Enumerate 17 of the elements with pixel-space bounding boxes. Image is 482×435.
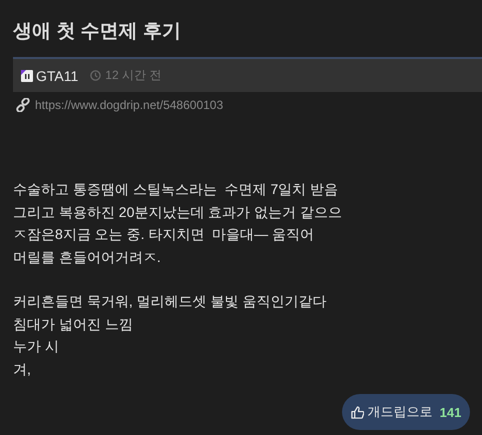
post-time: 12 시간 전 (90, 67, 162, 84)
body-text-line: 수술하고 통증땜에 스틸녹스라는 수면제 7일치 받음 (13, 180, 340, 199)
body-text-line: 겨, (13, 360, 32, 378)
thumbs-up-icon (350, 406, 364, 418)
link-icon (16, 98, 30, 112)
user-badge-icon (21, 70, 33, 82)
body-text-line: ㅈ잠은8지금 오는 중. 타지치면 마을대— 움직어 (13, 225, 316, 244)
upvote-button[interactable]: 개드립으로 141 (342, 394, 470, 430)
body-text-line: 누가 시 (13, 337, 60, 356)
post-url[interactable]: https://www.dogdrip.net/548600103 (35, 98, 224, 112)
author-link[interactable]: GTA11 (21, 68, 78, 84)
body-text-line: 커리흔들면 묵거워, 멀리헤드셋 불빛 움직인기같다 (13, 292, 328, 311)
body-text-line: 그리고 복용하진 20분지났는데 효과가 없는거 같으으 (13, 202, 344, 222)
body-text-line: 침대가 넓어진 느낌 (13, 314, 134, 334)
post-title: 생애 첫 수면제 후기 (12, 20, 182, 44)
clock-icon (90, 70, 102, 81)
body-text-line: 머릴를 흔들어어거려ㅈ. (13, 248, 162, 266)
